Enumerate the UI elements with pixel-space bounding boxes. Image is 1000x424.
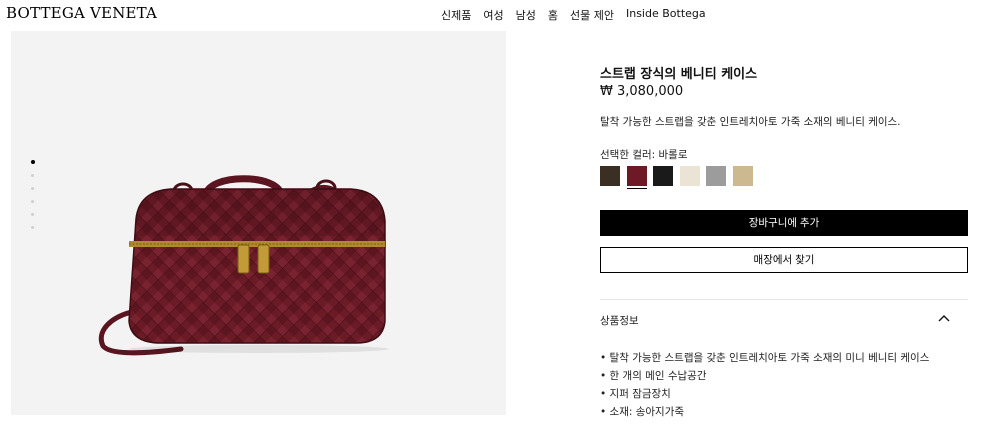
product-description: 탈착 가능한 스트랩을 갖춘 인트레치아토 가죽 소재의 베니티 케이스. [600,116,901,128]
list-item: 소재: 송아지가죽 [600,404,929,422]
list-item: 탈착 가능한 스트랩을 갖춘 인트레치아토 가죽 소재의 미니 베니티 케이스 [600,350,930,368]
product-image-vanity-case [98,175,389,356]
list-item: 한 개의 메인 수납공간 [600,368,929,386]
section-divider [600,299,968,300]
selected-color-label: 선택한 컬러: 바롤로 [600,149,688,161]
nav-item-women[interactable]: 여성 [483,7,503,23]
product-title: 스트랩 장식의 베니티 케이스 [600,67,758,82]
accordion-product-info-label[interactable]: 상품정보 [600,313,639,328]
product-price: ₩ 3,080,000 [600,84,684,99]
color-swatch-black[interactable] [653,166,673,186]
list-item: 지퍼 잠금장치 [600,386,929,404]
color-swatch-barolo[interactable] [626,166,647,189]
nav-item-home[interactable]: 홈 [548,7,558,23]
color-swatch-cream[interactable] [679,166,700,186]
top-navigation-bar: BOTTEGA VENETA 신제품 여성 남성 홈 선물 제안 Inside … [0,0,1000,28]
nav-item-gifts[interactable]: 선물 제안 [570,7,614,23]
main-nav: 신제품 여성 남성 홈 선물 제안 Inside Bottega [441,7,718,23]
color-swatch-beige[interactable] [732,166,753,186]
color-swatch-grey[interactable] [706,166,726,186]
chevron-up-icon[interactable] [937,312,951,324]
find-in-store-button[interactable]: 매장에서 찾기 [600,247,968,273]
product-details-list: 탈착 가능한 스트랩을 갖춘 인트레치아토 가죽 소재의 미니 베니티 케이스 … [600,350,930,422]
brand-logo[interactable]: BOTTEGA VENETA [6,4,157,22]
nav-item-inside-bottega[interactable]: Inside Bottega [626,7,706,23]
nav-item-new[interactable]: 신제품 [441,7,471,23]
add-to-cart-button[interactable]: 장바구니에 추가 [600,210,968,236]
nav-item-men[interactable]: 남성 [516,7,536,23]
color-swatch-dark-brown[interactable] [600,166,620,186]
color-swatch-list [600,166,759,189]
